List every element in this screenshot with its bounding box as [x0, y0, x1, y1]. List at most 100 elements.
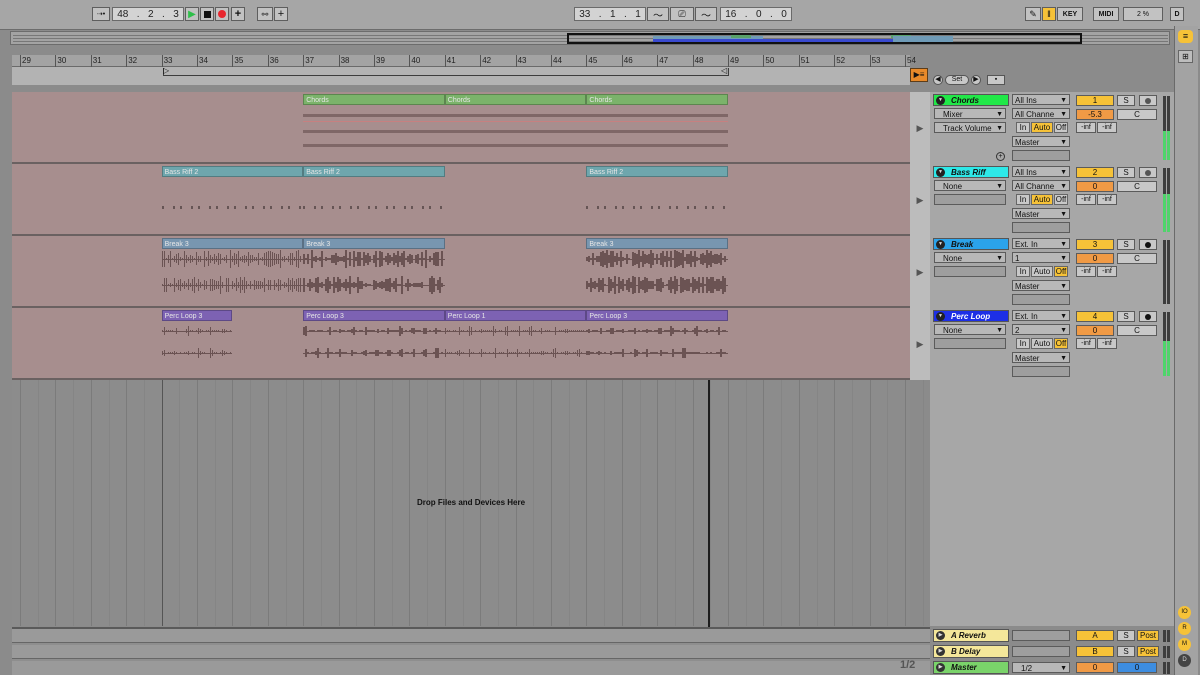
output-chooser[interactable]: Master [1012, 352, 1070, 363]
monitor-auto-button[interactable]: Auto [1031, 266, 1053, 277]
lane-play-icon[interactable]: ▶ [910, 308, 930, 380]
tempo-position-display[interactable]: 48. 2. 3 [112, 7, 184, 21]
clip-header[interactable]: Bass Riff 2 [586, 166, 728, 177]
master-pan-field[interactable]: 0 [1117, 662, 1157, 673]
loop-switch[interactable]: ⎚ [670, 7, 694, 21]
track-lane[interactable]: ChordsChordsChords [12, 92, 910, 164]
input-channel-chooser[interactable]: All Channe [1012, 180, 1070, 191]
volume-field[interactable]: -5.3 [1076, 109, 1114, 120]
clip-header[interactable]: Break 3 [586, 238, 728, 249]
monitor-off-button[interactable]: Off [1054, 266, 1068, 277]
clip-header[interactable]: Break 3 [162, 238, 304, 249]
control-chooser-empty[interactable] [934, 194, 1006, 205]
browser-toggle-icon[interactable]: ⊞ [1178, 50, 1193, 63]
solo-button[interactable]: S [1117, 239, 1135, 250]
monitor-auto-button[interactable]: Auto [1031, 338, 1053, 349]
clip-body[interactable] [303, 249, 445, 305]
fold-icon[interactable]: ▼ [936, 312, 945, 321]
solo-button[interactable]: S [1117, 311, 1135, 322]
track-name-1[interactable]: ▼Chords [933, 94, 1009, 106]
input-type-chooser[interactable]: All Ins [1012, 166, 1070, 177]
return-post-button[interactable]: Post [1137, 646, 1159, 657]
output-channel-chooser[interactable] [1012, 222, 1070, 233]
punch-in-button[interactable]: 〜 [647, 7, 669, 21]
prev-locator-icon[interactable]: ◀ [933, 75, 943, 85]
lock-icon[interactable]: ▪ [987, 75, 1005, 85]
clip-header[interactable]: Perc Loop 1 [445, 310, 587, 321]
monitor-off-button[interactable]: Off [1054, 338, 1068, 349]
loop-brace[interactable] [163, 68, 729, 76]
beat-ruler[interactable]: 2930313233343536373839404142434445464748… [12, 55, 910, 67]
track-name-4[interactable]: ▼Perc Loop [933, 310, 1009, 322]
input-channel-chooser[interactable]: 1 [1012, 252, 1070, 263]
monitor-off-button[interactable]: Off [1054, 194, 1068, 205]
track-lane[interactable]: Bass Riff 2Bass Riff 2Bass Riff 2 [12, 164, 910, 236]
clip-header[interactable]: Perc Loop 3 [162, 310, 233, 321]
clip-body[interactable] [162, 249, 304, 305]
clip-header[interactable]: Bass Riff 2 [303, 166, 445, 177]
clip-body[interactable] [162, 321, 233, 377]
track-activator[interactable]: 1 [1076, 95, 1114, 106]
input-type-chooser[interactable]: All Ins [1012, 94, 1070, 105]
pan-knob[interactable]: C [1117, 325, 1157, 336]
clip-body[interactable] [445, 321, 587, 377]
fold-icon[interactable]: ▼ [936, 168, 945, 177]
overview-view-box[interactable] [567, 33, 1082, 44]
clip-body[interactable] [303, 105, 445, 161]
punch-out-button[interactable]: 〜 [695, 7, 717, 21]
input-channel-chooser[interactable]: 2 [1012, 324, 1070, 335]
loop-start-marker-icon[interactable]: ▷ [163, 66, 169, 75]
track-activator[interactable]: 2 [1076, 167, 1114, 178]
volume-field[interactable]: 0 [1076, 181, 1114, 192]
fold-icon[interactable]: ▶ [936, 631, 945, 640]
next-locator-icon[interactable]: ▶ [971, 75, 981, 85]
return-solo-button[interactable]: S [1117, 630, 1135, 641]
output-channel-chooser[interactable] [1012, 294, 1070, 305]
arrangement-overview[interactable] [10, 31, 1170, 45]
pan-knob[interactable]: C [1117, 181, 1157, 192]
control-chooser-empty[interactable] [934, 266, 1006, 277]
output-chooser[interactable]: Master [1012, 208, 1070, 219]
pan-knob[interactable]: C [1117, 109, 1157, 120]
master-output-chooser[interactable]: 1/2 [1012, 662, 1070, 673]
monitor-in-button[interactable]: In [1016, 338, 1030, 349]
add-automation-icon[interactable]: + [996, 152, 1005, 161]
track-lane[interactable]: Perc Loop 3Perc Loop 3Perc Loop 1Perc Lo… [12, 308, 910, 380]
clip-body[interactable] [162, 177, 304, 233]
track-name-3[interactable]: ▼Break [933, 238, 1009, 250]
track-lane[interactable]: Break 3Break 3Break 3 [12, 236, 910, 308]
master-name[interactable]: ▶Master [933, 661, 1009, 674]
clip-body[interactable] [586, 321, 728, 377]
return-activator[interactable]: A [1076, 630, 1114, 641]
record-button[interactable] [215, 7, 229, 21]
clip-body[interactable] [586, 105, 728, 161]
arm-button[interactable] [1139, 167, 1157, 178]
fold-icon[interactable]: ▶ [936, 663, 945, 672]
control-chooser-empty[interactable] [934, 338, 1006, 349]
lane-play-icon[interactable]: ▶ [910, 92, 930, 164]
solo-button[interactable]: S [1117, 167, 1135, 178]
return-output[interactable] [1012, 630, 1070, 641]
return-activator[interactable]: B [1076, 646, 1114, 657]
clip-header[interactable]: Perc Loop 3 [303, 310, 445, 321]
key-map-button[interactable]: KEY [1057, 7, 1083, 21]
stop-button[interactable] [200, 7, 214, 21]
fold-icon[interactable]: ▼ [936, 240, 945, 249]
clip-body[interactable] [586, 249, 728, 305]
arm-button[interactable] [1139, 239, 1157, 250]
add-button[interactable]: + [274, 7, 288, 21]
return-name[interactable]: ▶A Reverb [933, 629, 1009, 642]
pan-knob[interactable]: C [1117, 253, 1157, 264]
computer-keyboard-button[interactable]: ‖ [1042, 7, 1056, 21]
device-chooser[interactable]: None [934, 252, 1006, 263]
solo-button[interactable]: S [1117, 95, 1135, 106]
input-channel-chooser[interactable]: All Channe [1012, 108, 1070, 119]
clip-body[interactable] [303, 177, 445, 233]
lane-play-icon[interactable]: ▶ [910, 236, 930, 308]
arm-button[interactable] [1139, 311, 1157, 322]
io-toggle[interactable]: IO [1178, 606, 1191, 619]
device-chooser[interactable]: None [934, 324, 1006, 335]
clip-body[interactable] [445, 105, 587, 161]
monitor-auto-button[interactable]: Auto [1031, 122, 1053, 133]
return-solo-button[interactable]: S [1117, 646, 1135, 657]
